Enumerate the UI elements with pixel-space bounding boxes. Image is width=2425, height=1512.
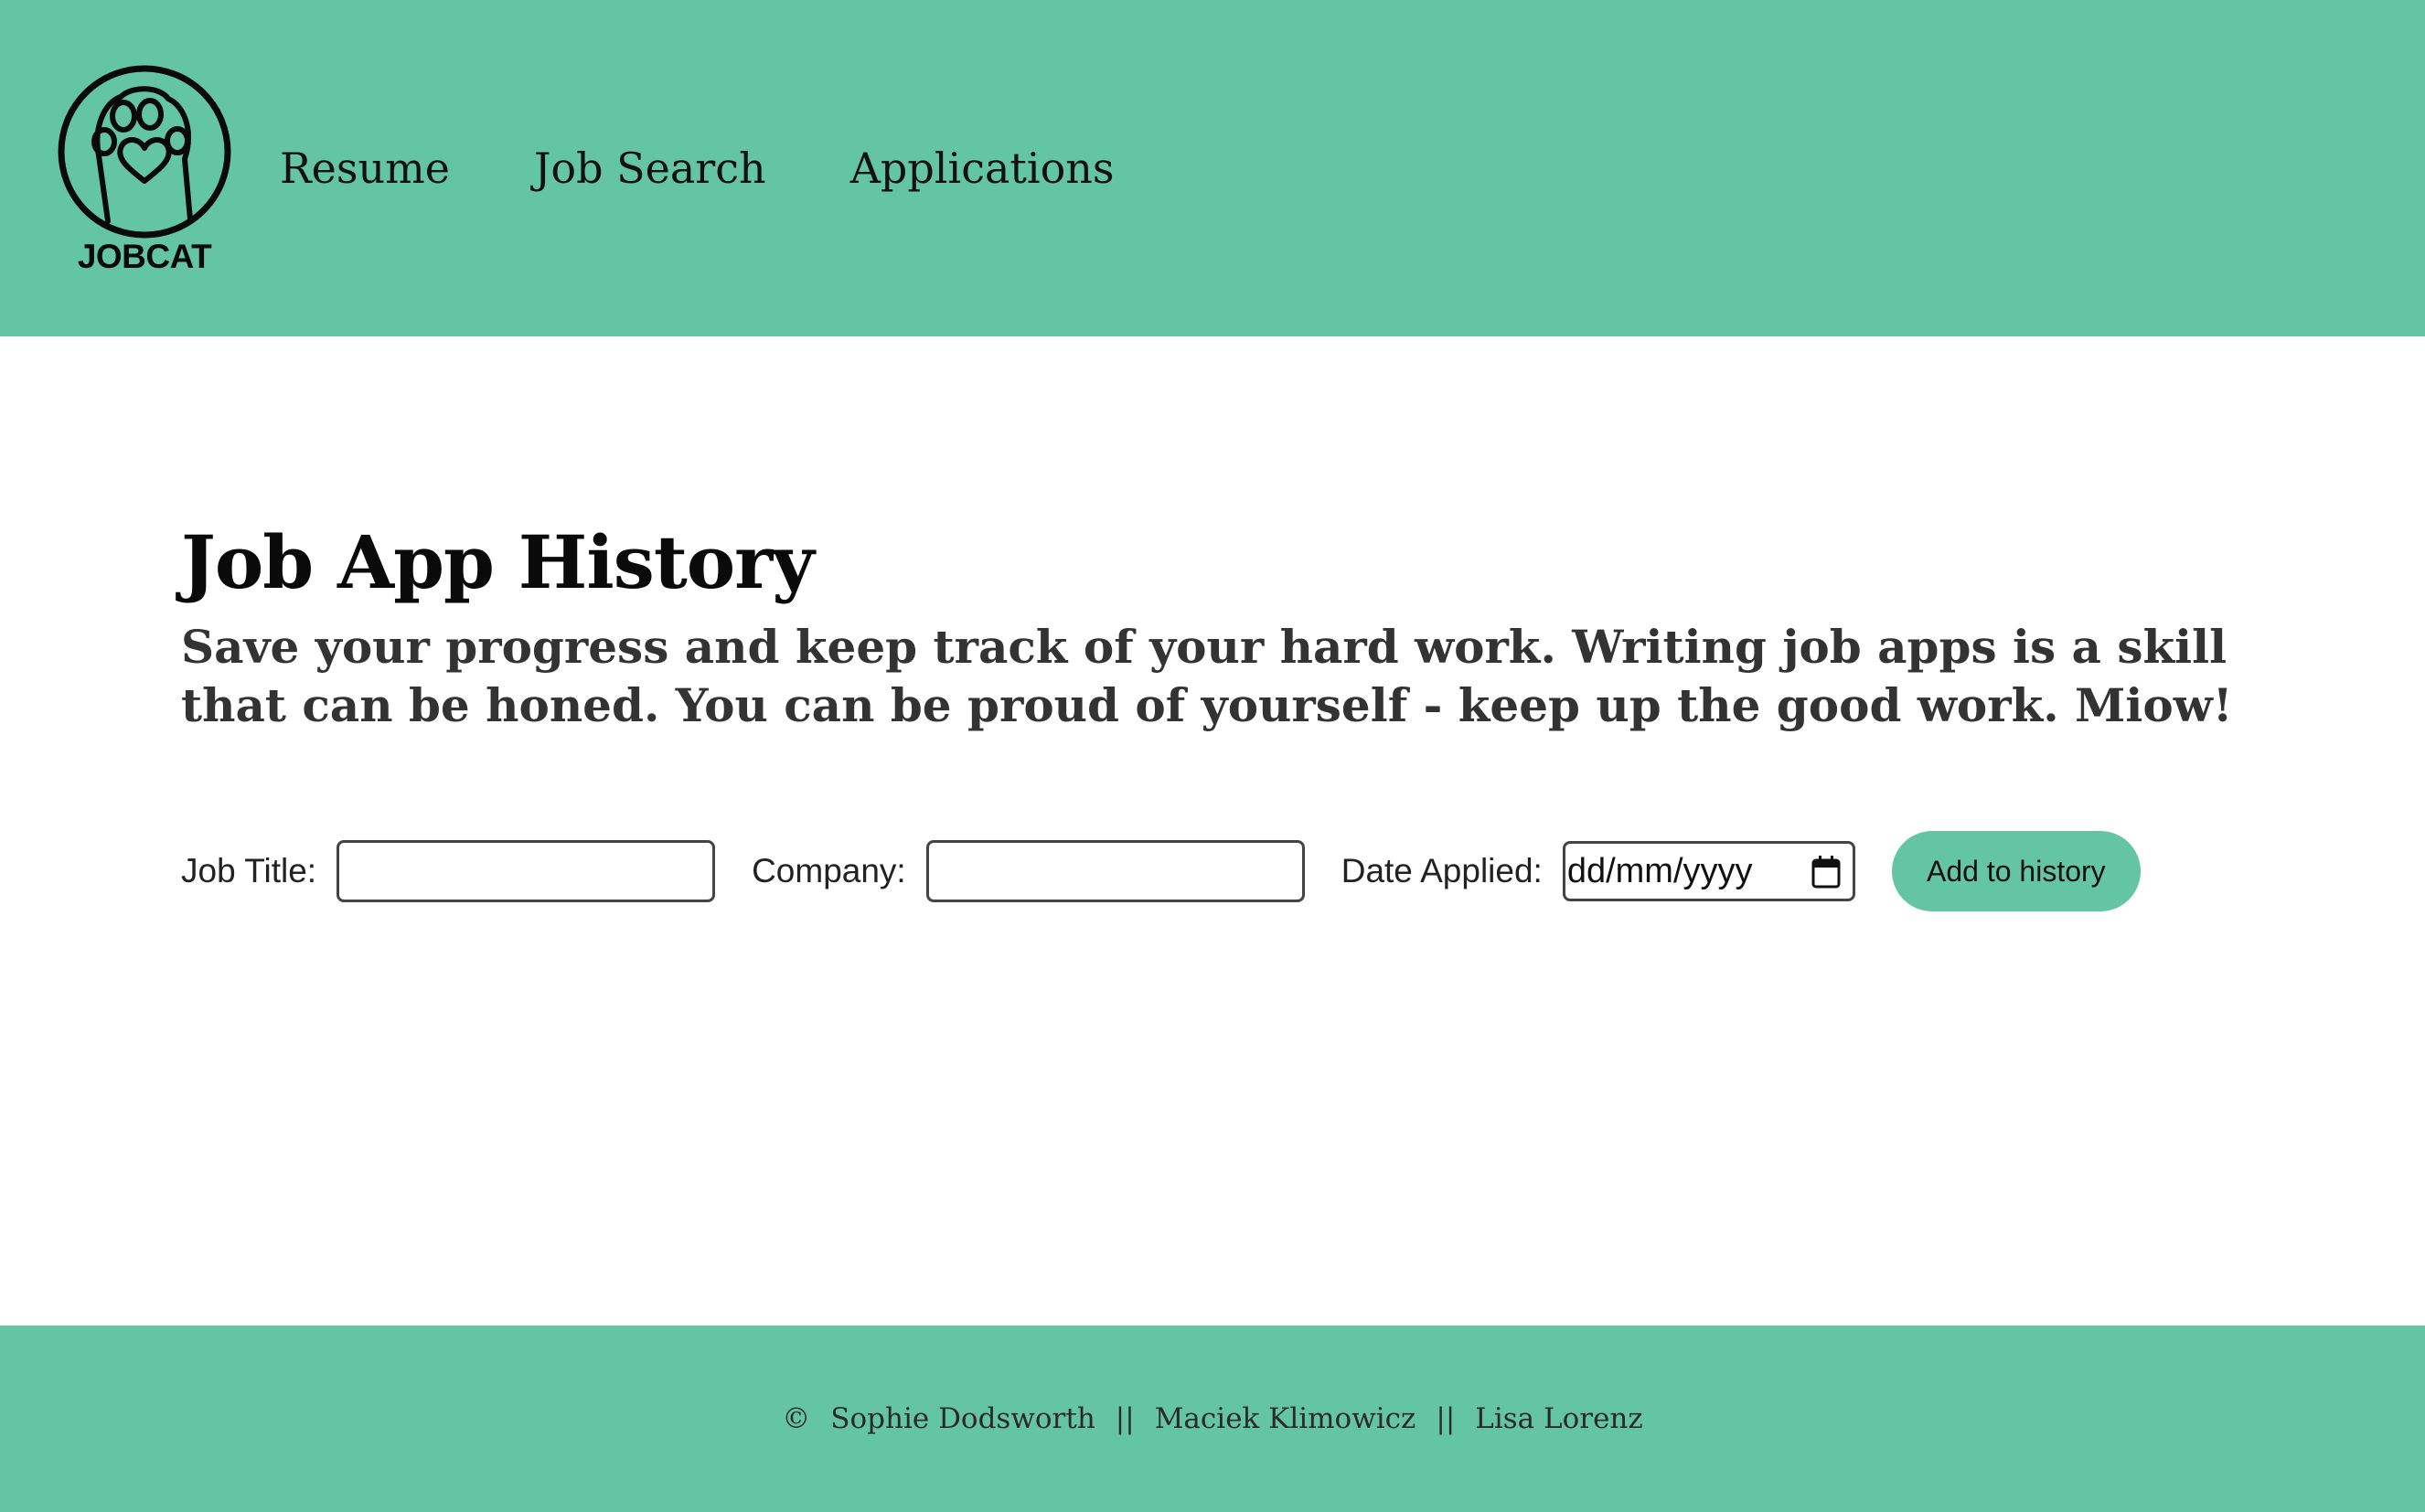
calendar-icon[interactable] xyxy=(1811,855,1842,889)
footer-separator: || xyxy=(1436,1402,1456,1435)
date-applied-label: Date Applied: xyxy=(1341,852,1543,889)
site-header: JOBCAT Resume Job Search Applications xyxy=(0,0,2425,336)
footer-credits: © Sophie Dodsworth || Maciek Klimowicz || Lis… xyxy=(0,1402,2425,1435)
author-name: Lisa Lorenz xyxy=(1475,1402,1643,1435)
copyright-symbol: © xyxy=(782,1402,811,1435)
date-applied-input[interactable]: dd/mm/yyyy xyxy=(1562,841,1855,901)
nav-link-applications[interactable]: Applications xyxy=(850,144,1115,193)
site-footer: © Sophie Dodsworth || Maciek Klimowicz || Lis… xyxy=(0,1326,2425,1512)
add-to-history-button[interactable]: Add to history xyxy=(1891,831,2141,911)
main-content: Job App History Save your progress and k… xyxy=(181,512,2284,735)
cat-paw-logo-icon xyxy=(58,65,231,239)
job-title-label: Job Title: xyxy=(181,852,317,889)
intro-text: Save your progress and keep track of you… xyxy=(181,620,2233,732)
company-label: Company: xyxy=(752,852,906,889)
company-input[interactable] xyxy=(925,840,1305,902)
nav-link-job-search[interactable]: Job Search xyxy=(534,144,766,193)
date-placeholder: dd/mm/yyyy xyxy=(1566,851,1753,890)
job-title-input[interactable] xyxy=(337,840,716,902)
nav-link-resume[interactable]: Resume xyxy=(280,144,450,193)
job-app-form: Job Title: Company: Date Applied: dd/mm/… xyxy=(181,830,2141,912)
author-name: Maciek Klimowicz xyxy=(1154,1402,1416,1435)
main-nav: Resume Job Search Applications xyxy=(280,139,1115,197)
logo-text: JOBCAT xyxy=(77,238,212,275)
jobcat-logo[interactable]: JOBCAT xyxy=(57,64,232,275)
page-title: Job App History xyxy=(181,519,815,605)
author-name: Sophie Dodsworth xyxy=(830,1402,1095,1435)
footer-separator: || xyxy=(1115,1402,1135,1435)
